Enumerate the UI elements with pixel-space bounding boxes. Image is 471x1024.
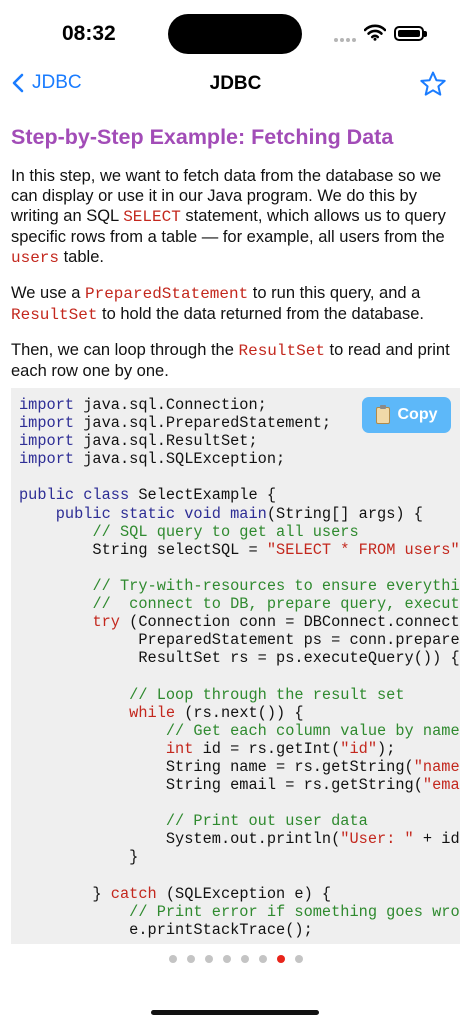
inline-code-select: SELECT (123, 208, 181, 226)
wifi-icon (364, 24, 386, 41)
page-dot[interactable] (186, 955, 195, 963)
section-heading: Step-by-Step Example: Fetching Data (11, 125, 394, 149)
dynamic-island (168, 14, 302, 54)
code-block[interactable]: import java.sql.Connection; import java.… (11, 388, 460, 944)
navigation-bar: JDBC JDBC (0, 64, 471, 108)
page-indicator[interactable] (0, 955, 471, 963)
page-dot[interactable] (294, 955, 303, 963)
code-text: import java.sql.Connection; import java.… (19, 396, 460, 939)
page-dot[interactable] (222, 955, 231, 963)
page-dot[interactable] (204, 955, 213, 963)
paragraph-prepared-statement: We use a PreparedStatement to run this q… (11, 284, 424, 324)
paragraph-loop-resultset: Then, we can loop through the ResultSet … (11, 341, 450, 380)
page-dot[interactable] (240, 955, 249, 963)
inline-code-resultset-2: ResultSet (238, 342, 325, 360)
status-bar: 08:32 (0, 0, 471, 70)
inline-code-users: users (11, 249, 60, 267)
battery-icon (394, 26, 427, 41)
paragraph-fetch-intro: In this step, we want to fetch data from… (11, 167, 446, 267)
page-dot[interactable] (258, 955, 267, 963)
clipboard-icon (375, 404, 390, 424)
page-dot[interactable] (276, 955, 285, 963)
cellular-signal-icon (334, 38, 356, 42)
article-content: Step-by-Step Example: Fetching Data In t… (11, 122, 461, 381)
nav-title: JDBC (209, 73, 262, 94)
favorite-star-icon[interactable] (419, 70, 447, 98)
status-time: 08:32 (62, 22, 116, 45)
page-dot[interactable] (168, 955, 177, 963)
home-indicator[interactable] (151, 1010, 319, 1015)
copy-button[interactable]: Copy (362, 397, 451, 433)
inline-code-preparedstatement: PreparedStatement (84, 285, 249, 303)
inline-code-resultset: ResultSet (11, 306, 98, 324)
copy-button-label: Copy (397, 406, 438, 423)
